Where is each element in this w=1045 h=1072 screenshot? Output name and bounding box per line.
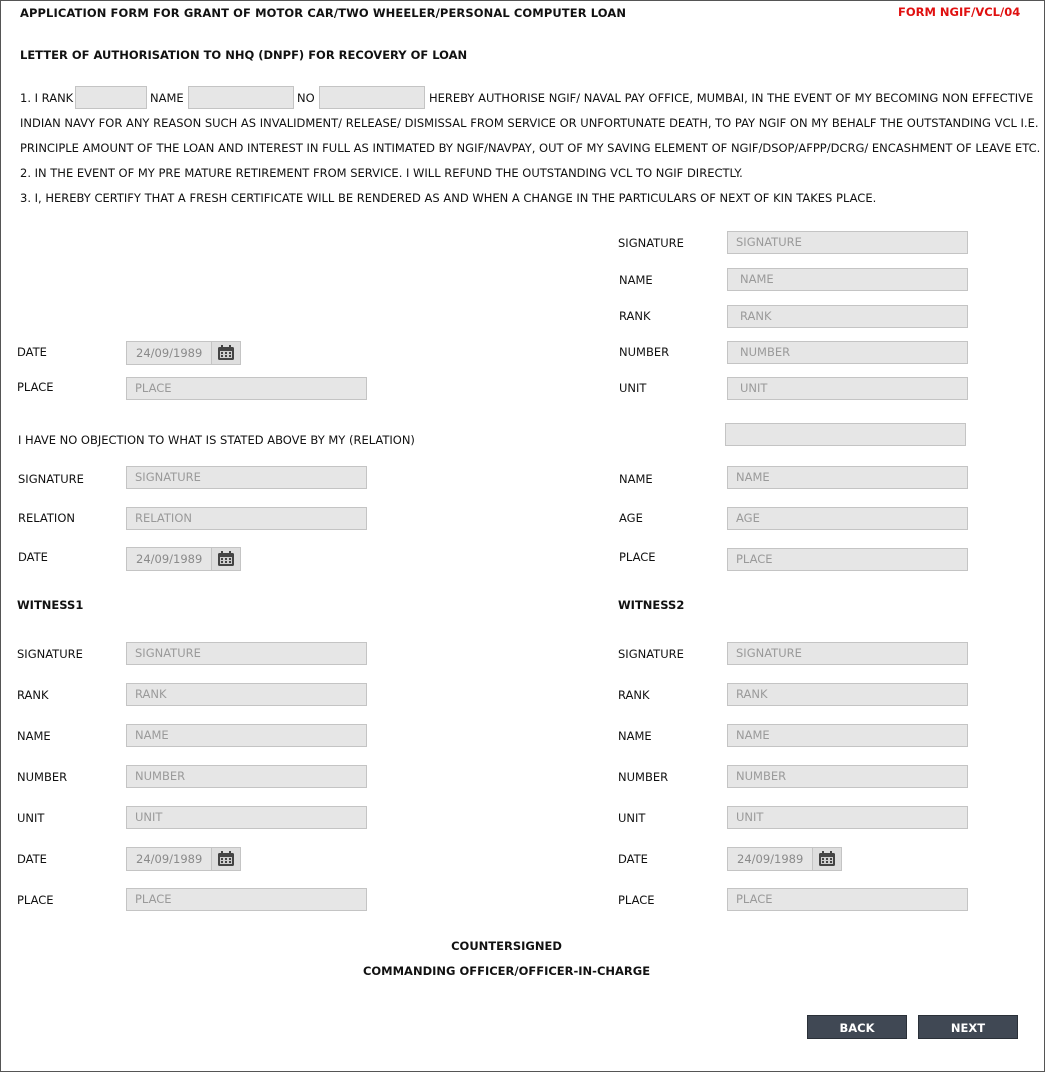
relation-date-label: DATE: [18, 550, 48, 564]
commanding-officer-label: COMMANDING OFFICER/OFFICER-IN-CHARGE: [362, 964, 651, 978]
witness2-number-label: NUMBER: [618, 770, 669, 784]
witness1-number-input[interactable]: NUMBER: [126, 765, 367, 788]
authorisation-line-1: HEREBY AUTHORISE NGIF/ NAVAL PAY OFFICE,…: [429, 91, 1034, 105]
witness1-name-input[interactable]: NAME: [126, 724, 367, 747]
witness1-place-label: PLACE: [17, 893, 54, 907]
relation-name-label: NAME: [619, 472, 653, 486]
witness2-number-input[interactable]: NUMBER: [727, 765, 968, 788]
rank-prefix-label: 1. I RANK: [20, 91, 74, 105]
relation-age-input[interactable]: AGE: [727, 507, 968, 530]
witness1-number-label: NUMBER: [17, 770, 68, 784]
number-inline-input[interactable]: [319, 86, 425, 109]
calendar-icon[interactable]: [211, 848, 240, 870]
witness1-place-input[interactable]: PLACE: [126, 888, 367, 911]
authorisation-line-4: 2. IN THE EVENT OF MY PRE MATURE RETIREM…: [20, 166, 743, 180]
authorisation-line-3: PRINCIPLE AMOUNT OF THE LOAN AND INTERES…: [20, 141, 1041, 155]
applicant-date-label: DATE: [17, 345, 47, 359]
rank-inline-input[interactable]: [75, 86, 147, 109]
relation-name-input[interactable]: NAME: [727, 466, 968, 489]
relation-date-value: 24/09/1989: [136, 552, 203, 566]
applicant-number-input[interactable]: NUMBER: [727, 341, 968, 364]
relation-statement: I HAVE NO OBJECTION TO WHAT IS STATED AB…: [18, 433, 415, 447]
witness1-date-input[interactable]: 24/09/1989: [126, 847, 241, 871]
relation-input[interactable]: [725, 423, 966, 446]
witness2-unit-input[interactable]: UNIT: [727, 806, 968, 829]
applicant-number-label: NUMBER: [619, 345, 670, 359]
section-subtitle: LETTER OF AUTHORISATION TO NHQ (DNPF) FO…: [20, 48, 468, 62]
witness1-signature-input[interactable]: SIGNATURE: [126, 642, 367, 665]
witness1-signature-label: SIGNATURE: [17, 647, 83, 661]
calendar-icon[interactable]: [211, 548, 240, 570]
witness2-name-input[interactable]: NAME: [727, 724, 968, 747]
applicant-signature-label: SIGNATURE: [618, 236, 684, 250]
applicant-rank-label: RANK: [619, 309, 651, 323]
relation-relation-label: RELATION: [18, 511, 75, 525]
witness1-unit-label: UNIT: [17, 811, 45, 825]
calendar-icon[interactable]: [211, 342, 240, 364]
witness2-name-label: NAME: [618, 729, 652, 743]
witness2-signature-label: SIGNATURE: [618, 647, 684, 661]
relation-place-input[interactable]: PLACE: [727, 548, 968, 571]
applicant-date-input[interactable]: 24/09/1989: [126, 341, 241, 365]
witness2-rank-label: RANK: [618, 688, 650, 702]
witness2-date-label: DATE: [618, 852, 648, 866]
witness2-rank-input[interactable]: RANK: [727, 683, 968, 706]
name-inline-label: NAME: [150, 91, 184, 105]
applicant-date-value: 24/09/1989: [136, 346, 203, 360]
countersigned-label: COUNTERSIGNED: [451, 939, 562, 953]
applicant-place-input[interactable]: PLACE: [126, 377, 367, 400]
witness1-heading: WITNESS1: [17, 598, 84, 612]
witness2-signature-input[interactable]: SIGNATURE: [727, 642, 968, 665]
form-number: FORM NGIF/VCL/04: [898, 5, 1021, 19]
relation-age-label: AGE: [619, 511, 643, 525]
applicant-unit-label: UNIT: [619, 381, 647, 395]
applicant-signature-input[interactable]: SIGNATURE: [727, 231, 968, 254]
relation-place-label: PLACE: [619, 550, 656, 564]
calendar-icon[interactable]: [812, 848, 841, 870]
relation-relation-input[interactable]: RELATION: [126, 507, 367, 530]
applicant-name-label: NAME: [619, 273, 653, 287]
relation-signature-label: SIGNATURE: [18, 472, 84, 486]
back-button[interactable]: BACK: [807, 1015, 907, 1039]
witness1-rank-label: RANK: [17, 688, 49, 702]
witness2-place-input[interactable]: PLACE: [727, 888, 968, 911]
witness1-date-value: 24/09/1989: [136, 852, 203, 866]
witness1-name-label: NAME: [17, 729, 51, 743]
witness2-unit-label: UNIT: [618, 811, 646, 825]
applicant-place-label: PLACE: [17, 380, 54, 394]
witness2-place-label: PLACE: [618, 893, 655, 907]
witness1-rank-input[interactable]: RANK: [126, 683, 367, 706]
witness2-date-value: 24/09/1989: [737, 852, 804, 866]
authorisation-line-5: 3. I, HEREBY CERTIFY THAT A FRESH CERTIF…: [20, 191, 877, 205]
witness2-heading: WITNESS2: [618, 598, 685, 612]
relation-date-input[interactable]: 24/09/1989: [126, 547, 241, 571]
applicant-rank-input[interactable]: RANK: [727, 305, 968, 328]
no-inline-label: NO: [297, 91, 315, 105]
authorisation-line-2: INDIAN NAVY FOR ANY REASON SUCH AS INVAL…: [20, 116, 1039, 130]
witness2-date-input[interactable]: 24/09/1989: [727, 847, 842, 871]
relation-signature-input[interactable]: SIGNATURE: [126, 466, 367, 489]
witness1-date-label: DATE: [17, 852, 47, 866]
applicant-unit-input[interactable]: UNIT: [727, 377, 968, 400]
next-button[interactable]: NEXT: [918, 1015, 1018, 1039]
witness1-unit-input[interactable]: UNIT: [126, 806, 367, 829]
page-title: APPLICATION FORM FOR GRANT OF MOTOR CAR/…: [20, 6, 627, 20]
name-inline-input[interactable]: [188, 86, 294, 109]
applicant-name-input[interactable]: NAME: [727, 268, 968, 291]
